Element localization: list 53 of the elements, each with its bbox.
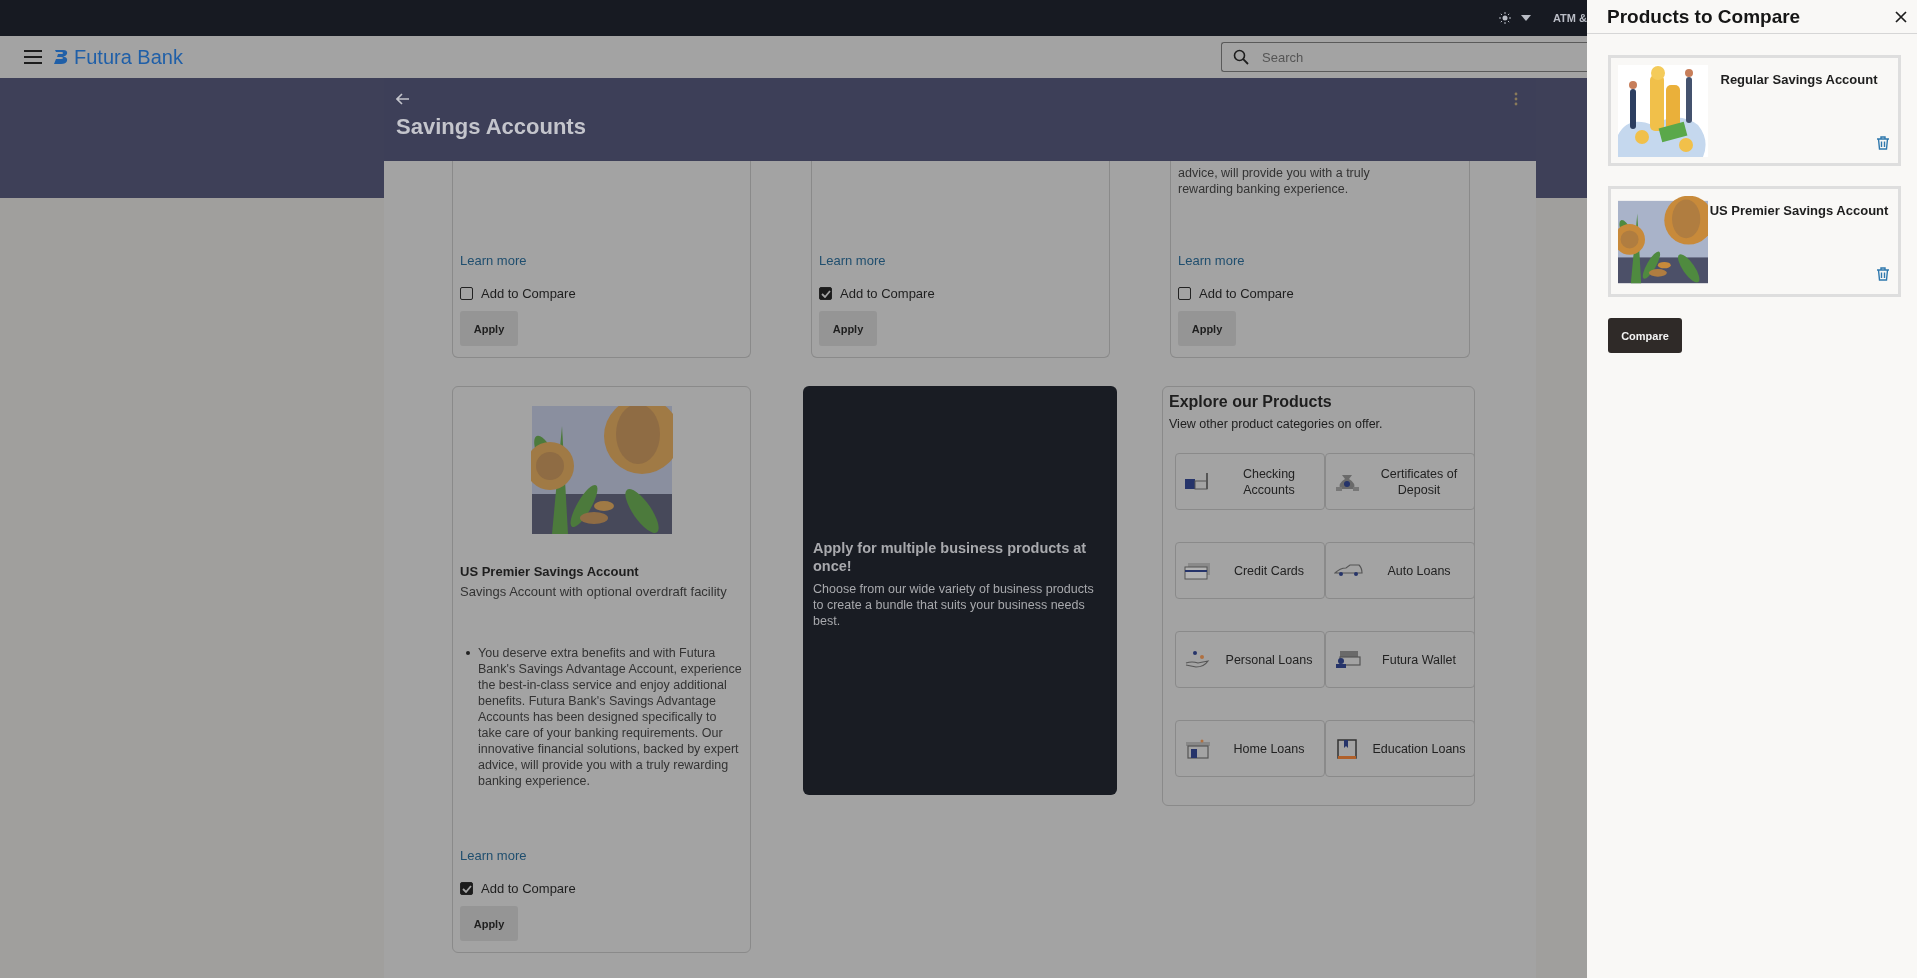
checkbox[interactable] <box>819 287 832 300</box>
product-subtitle: Savings Account with optional overdraft facility <box>460 584 728 599</box>
caret-icon[interactable] <box>1521 15 1531 21</box>
product-category-tile[interactable]: Futura Wallet <box>1325 631 1475 688</box>
learn-more-link[interactable]: Learn more <box>460 848 527 863</box>
check-icon <box>820 289 831 298</box>
apply-button[interactable]: Apply <box>819 311 877 346</box>
menu-icon[interactable] <box>24 50 42 64</box>
promo-title: Apply for multiple business products at once! <box>813 538 1088 575</box>
apply-button[interactable]: Apply <box>1178 311 1236 346</box>
checkbox[interactable] <box>1178 287 1191 300</box>
back-arrow-icon[interactable] <box>396 93 410 105</box>
bullet-text: You deserve extra benefits and with Futura Bank's Savings Advantage Account, experience the best-in-class service and enjoy additional benefits. Futura Bank's Savings Advantage Accounts has been designed specifically to take care of your banking requirements. Our innovative financial solutions, backed by expert advice, will provide you with a truly rewarding banking experience. <box>478 645 743 789</box>
apply-button[interactable]: Apply <box>460 311 518 346</box>
close-icon[interactable] <box>1895 10 1907 23</box>
product-name: US Premier Savings Account <box>460 564 640 579</box>
menu-link[interactable]: ATM & <box>1553 12 1587 24</box>
learn-more-link[interactable]: Learn more <box>1178 253 1245 268</box>
promo-text: Choose from our wide variety of business products to create a bundle that suits your business needs best. <box>813 580 1095 629</box>
logo-icon <box>52 48 70 66</box>
checkbox-label[interactable]: Add to Compare <box>1199 286 1294 301</box>
check-icon <box>461 884 472 893</box>
more-icon[interactable] <box>1514 92 1518 106</box>
explore-subtitle: View other product categories on offer. <box>1169 417 1384 431</box>
panel-title: Products to Compare <box>1607 5 1801 28</box>
learn-more-link[interactable]: Learn more <box>460 253 527 268</box>
checkbox[interactable] <box>460 287 473 300</box>
page-title: Savings Accounts <box>396 114 587 140</box>
sun-icon <box>1499 12 1511 24</box>
product-category-tile[interactable]: Certificates of Deposit <box>1325 453 1475 510</box>
delete-icon[interactable] <box>1876 267 1890 281</box>
product-category-tile[interactable]: Personal Loans <box>1175 631 1325 688</box>
learn-more-link[interactable]: Learn more <box>819 253 886 268</box>
product-name: US Premier Savings Account <box>1709 203 1889 218</box>
product-description: advice, will provide you with a truly rewarding banking experience. <box>1178 165 1371 197</box>
product-category-tile[interactable]: Education Loans <box>1325 720 1475 777</box>
checkbox-label[interactable]: Add to Compare <box>481 881 576 896</box>
compare-button[interactable]: Compare <box>1608 318 1682 353</box>
product-category-tile[interactable]: Home Loans <box>1175 720 1325 777</box>
checkbox-label[interactable]: Add to Compare <box>840 286 935 301</box>
product-category-tile[interactable]: Checking Accounts <box>1175 453 1325 510</box>
search-field[interactable]: Search <box>1221 42 1587 72</box>
search-icon <box>1233 49 1249 65</box>
checkbox-label[interactable]: Add to Compare <box>481 286 576 301</box>
delete-icon[interactable] <box>1876 136 1890 150</box>
wallet-icon <box>1334 648 1364 671</box>
explore-title: Explore our Products <box>1169 393 1333 411</box>
product-category-tile[interactable]: Credit Cards <box>1175 542 1325 599</box>
bullet-dot <box>466 651 470 655</box>
product-name: Regular Savings Account <box>1720 72 1878 87</box>
checkbox[interactable] <box>460 882 473 895</box>
apply-button[interactable]: Apply <box>460 906 518 941</box>
product-category-tile[interactable]: Auto Loans <box>1325 542 1475 599</box>
